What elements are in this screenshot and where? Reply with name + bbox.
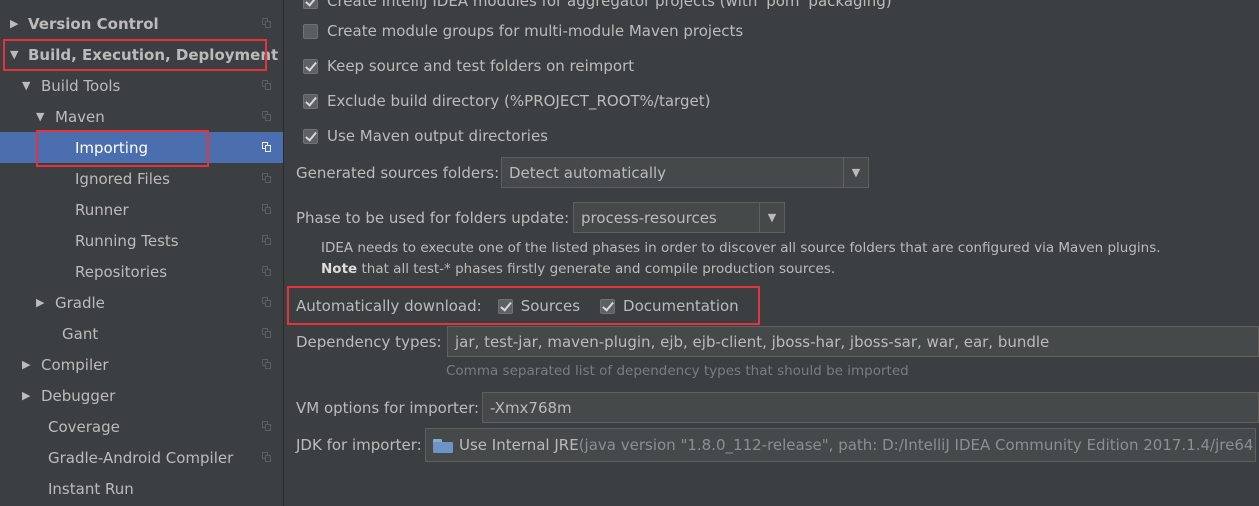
generated-sources-dropdown[interactable]: Detect automatically ▼ (501, 157, 869, 188)
checkbox[interactable] (497, 298, 513, 314)
sidebar-item-maven[interactable]: ▼ Maven (0, 101, 283, 132)
note-label: Note (321, 261, 358, 277)
project-level-icon (262, 80, 271, 90)
sidebar-item-build-tools[interactable]: ▼ Build Tools (0, 70, 283, 101)
checkbox-label: Exclude build directory (%PROJECT_ROOT%/… (327, 92, 711, 110)
settings-sidebar: ▶ Version Control ▼ Build, Execution, De… (0, 0, 284, 506)
sidebar-item-instant-run[interactable]: Instant Run (0, 473, 283, 504)
option-keep-source-folders[interactable]: Keep source and test folders on reimport (303, 56, 634, 76)
project-level-icon (262, 111, 271, 121)
option-exclude-build-dir[interactable]: Exclude build directory (%PROJECT_ROOT%/… (303, 91, 710, 111)
chevron-down-icon[interactable]: ▼ (843, 158, 868, 187)
sidebar-item-coverage[interactable]: Coverage (0, 411, 283, 442)
expand-arrow-icon[interactable]: ▶ (22, 358, 36, 371)
dependency-types-input[interactable]: jar, test-jar, maven-plugin, ejb, ejb-cl… (447, 326, 1259, 357)
dependency-types-label: Dependency types: (296, 333, 442, 351)
sidebar-item-label: Running Tests (75, 231, 179, 250)
phase-hint-line2: Note that all test-* phases firstly gene… (321, 261, 835, 277)
sidebar-item-label: Repositories (75, 262, 168, 281)
option-create-intellij-modules[interactable]: Create IntelliJ IDEA modules for aggrega… (303, 0, 892, 11)
project-level-icon (262, 266, 271, 276)
option-create-module-groups[interactable]: Create module groups for multi-module Ma… (303, 21, 743, 41)
sidebar-item-build-execution-deployment[interactable]: ▼ Build, Execution, Deployment (0, 39, 283, 70)
checkbox-label: Documentation (623, 297, 739, 315)
collapse-arrow-icon[interactable]: ▼ (36, 110, 50, 123)
checkbox[interactable] (303, 0, 318, 9)
sidebar-item-gant[interactable]: Gant (0, 318, 283, 349)
checkbox[interactable] (600, 298, 616, 314)
checkbox-label: Use Maven output directories (327, 127, 548, 145)
dependency-types-hint: Comma separated list of dependency types… (446, 363, 909, 379)
sidebar-item-label: Instant Run (48, 479, 134, 498)
vm-options-input[interactable]: -Xmx768m (482, 392, 1259, 423)
expand-arrow-icon[interactable]: ▶ (10, 17, 24, 30)
sidebar-item-compiler[interactable]: ▶ Compiler (0, 349, 283, 380)
collapse-arrow-icon[interactable]: ▼ (22, 79, 36, 92)
sidebar-item-label: Importing (75, 138, 148, 157)
jdk-value: Use Internal JRE (459, 436, 579, 454)
sidebar-item-importing[interactable]: Importing (0, 132, 283, 163)
sidebar-item-label: Gradle (55, 293, 105, 312)
sidebar-item-repositories[interactable]: Repositories (0, 256, 283, 287)
sidebar-item-running-tests[interactable]: Running Tests (0, 225, 283, 256)
project-level-icon (262, 142, 271, 152)
project-level-icon (262, 452, 271, 462)
checkbox[interactable] (303, 58, 318, 74)
sidebar-item-label: Compiler (41, 355, 109, 374)
sidebar-item-label: Gradle-Android Compiler (48, 448, 234, 467)
maven-importing-panel: Create IntelliJ IDEA modules for aggrega… (284, 0, 1259, 506)
phase-label: Phase to be used for folders update: (296, 209, 570, 227)
checkbox-label: Keep source and test folders on reimport (327, 57, 635, 75)
project-level-icon (262, 235, 271, 245)
note-text: that all test-* phases firstly generate … (357, 261, 836, 277)
chevron-down-icon[interactable]: ▼ (759, 203, 784, 232)
auto-download-row: Automatically download: Sources Document… (296, 296, 739, 316)
project-level-icon (262, 328, 271, 338)
jdk-dropdown[interactable]: Use Internal JRE (java version "1.8.0_11… (425, 428, 1256, 462)
checkbox-label: Create IntelliJ IDEA modules for aggrega… (327, 0, 892, 10)
dropdown-value: process-resources (581, 208, 717, 227)
sidebar-item-label: Build Tools (41, 76, 121, 95)
sidebar-item-ignored-files[interactable]: Ignored Files (0, 163, 283, 194)
generated-sources-label: Generated sources folders: (296, 164, 500, 182)
collapse-arrow-icon[interactable]: ▼ (10, 48, 24, 61)
option-use-maven-output[interactable]: Use Maven output directories (303, 126, 548, 146)
phase-dropdown[interactable]: process-resources ▼ (573, 202, 785, 233)
checkbox-label: Sources (520, 297, 581, 315)
checkbox[interactable] (303, 23, 318, 39)
project-level-icon (262, 421, 271, 431)
option-download-documentation[interactable]: Documentation (600, 297, 739, 315)
auto-download-label: Automatically download: (296, 297, 482, 315)
sidebar-item-version-control[interactable]: ▶ Version Control (0, 8, 283, 39)
checkbox[interactable] (303, 128, 318, 144)
sidebar-item-label: Coverage (48, 417, 120, 436)
expand-arrow-icon[interactable]: ▶ (36, 296, 50, 309)
sidebar-item-label: Build, Execution, Deployment (28, 45, 279, 64)
sidebar-item-label: Version Control (28, 14, 159, 33)
checkbox[interactable] (303, 93, 318, 109)
sidebar-item-gradle-android-compiler[interactable]: Gradle-Android Compiler (0, 442, 283, 473)
option-download-sources[interactable]: Sources (497, 297, 581, 315)
jdk-label: JDK for importer: (296, 436, 422, 454)
sidebar-item-label: Ignored Files (75, 169, 170, 188)
project-level-icon (262, 18, 271, 28)
expand-arrow-icon[interactable]: ▶ (22, 389, 36, 402)
sidebar-item-debugger[interactable]: ▶ Debugger (0, 380, 283, 411)
vm-options-label: VM options for importer: (296, 399, 480, 417)
sidebar-item-runner[interactable]: Runner (0, 194, 283, 225)
sidebar-item-label: Gant (62, 324, 99, 343)
phase-hint-line1: IDEA needs to execute one of the listed … (321, 240, 1161, 256)
dropdown-value: Detect automatically (509, 163, 667, 182)
sidebar-item-gradle[interactable]: ▶ Gradle (0, 287, 283, 318)
project-level-icon (262, 204, 271, 214)
jdk-detail: (java version "1.8.0_112-release", path:… (578, 436, 1256, 454)
sidebar-item-label: Runner (75, 200, 129, 219)
folder-icon (433, 438, 453, 453)
project-level-icon (262, 359, 271, 369)
sidebar-item-label: Debugger (41, 386, 116, 405)
sidebar-item-label: Maven (55, 107, 105, 126)
checkbox-label: Create module groups for multi-module Ma… (327, 22, 744, 40)
project-level-icon (262, 173, 271, 183)
project-level-icon (262, 297, 271, 307)
